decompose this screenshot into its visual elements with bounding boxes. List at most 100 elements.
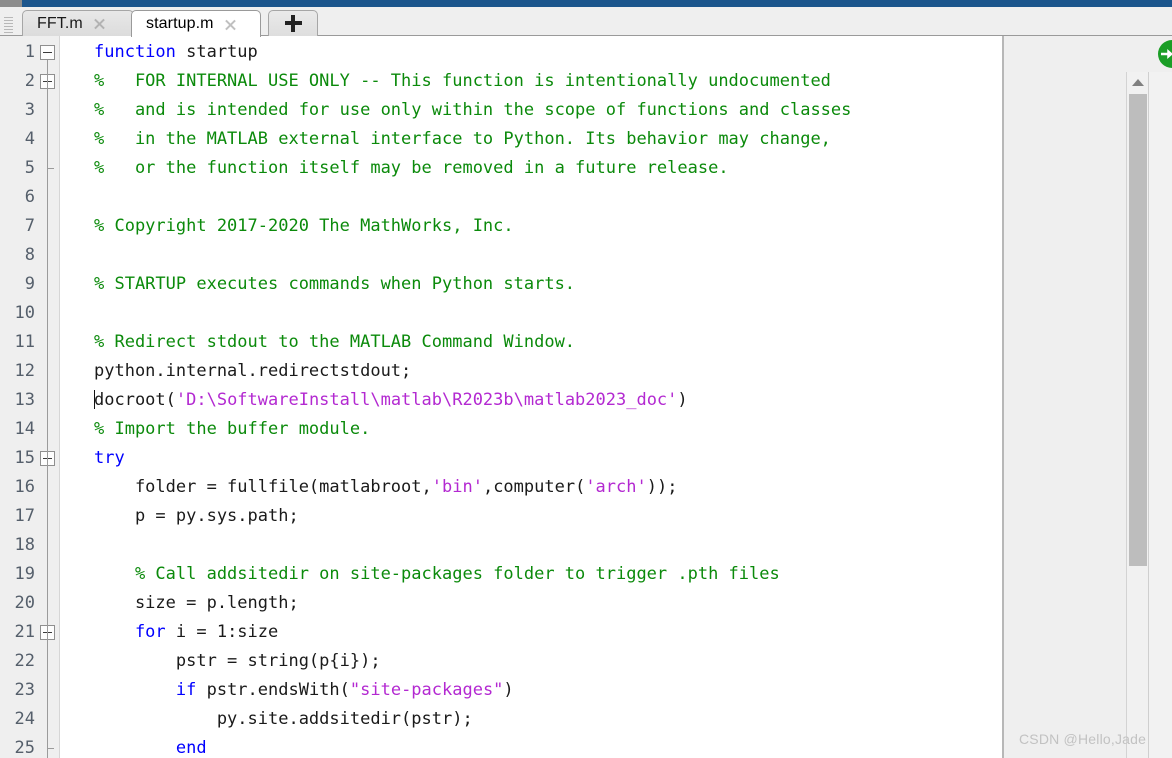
code-area-right-border	[1002, 36, 1004, 758]
window-accent-bar	[0, 0, 1172, 7]
code-token-pl: python.internal.redirectstdout;	[94, 361, 412, 381]
line-number: 13	[14, 390, 35, 410]
fold-row	[40, 560, 58, 589]
fold-guide-line	[47, 640, 48, 748]
code-token-kw: if	[94, 680, 197, 700]
line-number: 19	[14, 564, 35, 584]
fold-row	[40, 241, 58, 270]
code-token-cm: % Copyright 2017-2020 The MathWorks, Inc…	[94, 216, 514, 236]
line-number: 25	[14, 738, 35, 758]
tab-fft-m[interactable]: FFT.m	[22, 10, 134, 36]
code-line: p = py.sys.path;	[94, 502, 851, 531]
fold-guide-line	[47, 89, 48, 168]
line-number: 2	[24, 71, 35, 91]
fold-row	[40, 531, 58, 560]
scrollbar-thumb[interactable]	[1129, 94, 1147, 566]
fold-row	[40, 705, 58, 734]
panel-drag-grip-icon[interactable]	[4, 17, 13, 35]
code-line: % in the MATLAB external interface to Py…	[94, 125, 851, 154]
fold-row	[40, 618, 58, 647]
fold-row	[40, 357, 58, 386]
code-token-pl: folder = fullfile(matlabroot,	[94, 477, 432, 497]
code-token-pl: p = py.sys.path;	[94, 506, 299, 526]
line-number-column: 1 2 3 4 5 6 7 8 9 10 11 12 13 14 15 16 17 18 19 20 21 22 23 24 2…	[0, 36, 38, 758]
line-number: 7	[24, 216, 35, 236]
code-token-cm: % in the MATLAB external interface to Py…	[94, 129, 831, 149]
code-line: try	[94, 444, 851, 473]
fold-row	[40, 67, 58, 96]
tab-label: startup.m	[146, 15, 214, 32]
line-number: 18	[14, 535, 35, 555]
code-token-pl: )	[677, 390, 688, 410]
code-token-pl: ,computer(	[482, 477, 586, 497]
line-number: 8	[24, 245, 35, 265]
code-token-cm: % FOR INTERNAL USE ONLY -- This function…	[94, 71, 831, 91]
fold-row	[40, 473, 58, 502]
code-line: for i = 1:size	[94, 618, 851, 647]
code-line: % Copyright 2017-2020 The MathWorks, Inc…	[94, 212, 851, 241]
line-number: 1	[24, 42, 35, 62]
code-token-cm: % Redirect stdout to the MATLAB Command …	[94, 332, 576, 352]
code-token-cm: % Call addsitedir on site-packages folde…	[94, 564, 780, 584]
fold-guide-end-tick	[47, 168, 54, 169]
code-token-pl: i = 1:size	[165, 622, 279, 642]
code-line: end	[94, 734, 851, 758]
fold-row	[40, 647, 58, 676]
code-token-kw: function	[94, 42, 176, 62]
close-icon[interactable]	[223, 17, 238, 32]
editor-gutter: 1 2 3 4 5 6 7 8 9 10 11 12 13 14 15 16 17 18 19 20 21 22 23 24 2…	[0, 36, 60, 758]
line-number: 17	[14, 506, 35, 526]
code-line: docroot('D:\SoftwareInstall\matlab\R2023…	[94, 386, 851, 415]
line-number: 4	[24, 129, 35, 149]
fold-guide-end-tick	[47, 748, 54, 749]
code-token-str: 'D:\SoftwareInstall\matlab\R2023b\matlab…	[175, 390, 678, 410]
code-line: % or the function itself may be removed …	[94, 154, 851, 183]
code-text-area[interactable]: function startup % FOR INTERNAL USE ONLY …	[60, 36, 1003, 758]
code-line: py.site.addsitedir(pstr);	[94, 705, 851, 734]
fold-row	[40, 676, 58, 705]
code-token-cm: % STARTUP executes commands when Python …	[94, 274, 576, 294]
code-line: pstr = string(p{i});	[94, 647, 851, 676]
code-token-pl: startup	[175, 42, 258, 62]
code-fold-column[interactable]	[40, 36, 58, 758]
line-number: 11	[14, 332, 35, 352]
vertical-scrollbar[interactable]	[1126, 72, 1148, 758]
code-token-pl: py.site.addsitedir(pstr);	[94, 709, 473, 729]
scroll-up-button[interactable]	[1127, 72, 1148, 93]
code-token-str: 'arch'	[585, 477, 647, 497]
code-token-kw: end	[94, 738, 207, 758]
editor-body: 1 2 3 4 5 6 7 8 9 10 11 12 13 14 15 16 17 18 19 20 21 22 23 24 2…	[0, 36, 1172, 758]
code-token-str: "site-packages"	[349, 680, 504, 700]
code-line: % Import the buffer module.	[94, 415, 851, 444]
line-number: 24	[14, 709, 35, 729]
new-tab-button[interactable]	[268, 10, 318, 36]
code-token-cm: % Import the buffer module.	[94, 419, 371, 439]
code-lines: function startup % FOR INTERNAL USE ONLY …	[60, 38, 851, 758]
code-token-cm: % and is intended for use only within th…	[94, 100, 852, 120]
close-icon[interactable]	[92, 16, 107, 31]
line-number: 10	[14, 303, 35, 323]
code-line: python.internal.redirectstdout;	[94, 357, 851, 386]
code-line: % FOR INTERNAL USE ONLY -- This function…	[94, 67, 851, 96]
line-number: 23	[14, 680, 35, 700]
fold-row	[40, 328, 58, 357]
arrow-up-icon	[1131, 79, 1144, 86]
line-number: 5	[24, 158, 35, 178]
fold-row	[40, 415, 58, 444]
line-number: 20	[14, 593, 35, 613]
code-token-str: 'bin'	[431, 477, 483, 497]
tab-label: FFT.m	[37, 14, 83, 32]
line-number: 21	[14, 622, 35, 642]
fold-row	[40, 502, 58, 531]
fold-row	[40, 734, 58, 758]
fold-row	[40, 38, 58, 67]
fold-row	[40, 96, 58, 125]
line-number: 14	[14, 419, 35, 439]
watermark-text: CSDN @Hello,Jade	[1019, 731, 1147, 747]
tab-startup-m[interactable]: startup.m	[131, 10, 261, 37]
fold-collapse-icon[interactable]	[40, 45, 55, 60]
code-line: if pstr.endsWith("site-packages")	[94, 676, 851, 705]
fold-row	[40, 386, 58, 415]
